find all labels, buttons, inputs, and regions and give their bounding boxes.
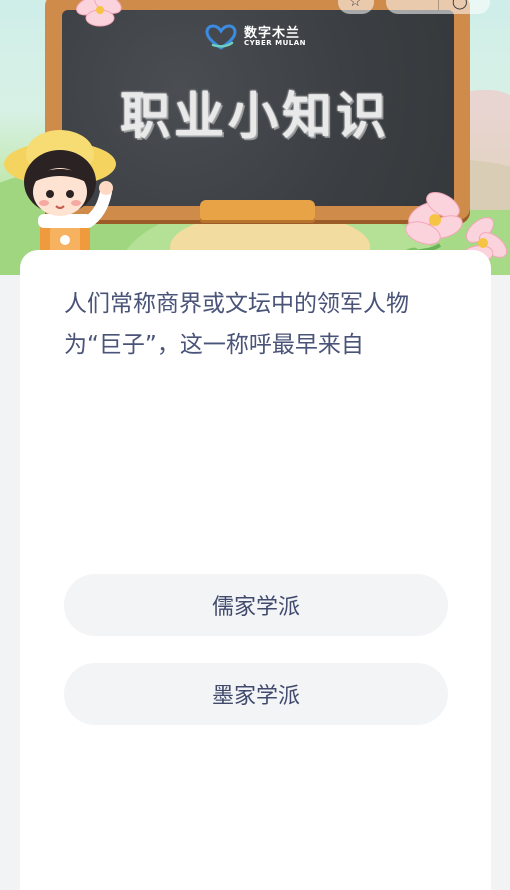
header-banner: 数字木兰 CYBER MULAN 职业小知识 ☆ ◯ <box>0 0 510 275</box>
capsule-menu[interactable]: ◯ <box>386 0 490 14</box>
question-card: 人们常称商界或文坛中的领军人物为“巨子”，这一称呼最早来自 儒家学派 墨家学派 <box>20 250 491 890</box>
star-icon: ☆ <box>349 0 362 10</box>
answer-option-2[interactable]: 墨家学派 <box>64 663 448 725</box>
flower-decoration-icon <box>76 0 122 27</box>
chalkboard-tray <box>200 200 315 220</box>
circle-icon: ◯ <box>452 0 468 10</box>
girl-mascot-icon <box>4 130 116 268</box>
logo-text-cn: 数字木兰 <box>243 25 300 41</box>
logo-text-en: CYBER MULAN <box>243 39 307 48</box>
question-text: 人们常称商界或文坛中的领军人物为“巨子”，这一称呼最早来自 <box>64 291 409 358</box>
answer-option-1[interactable]: 儒家学派 <box>64 574 448 636</box>
capsule-divider <box>438 0 439 10</box>
favorite-button[interactable]: ☆ <box>338 0 374 14</box>
heart-logo-icon <box>205 24 237 50</box>
